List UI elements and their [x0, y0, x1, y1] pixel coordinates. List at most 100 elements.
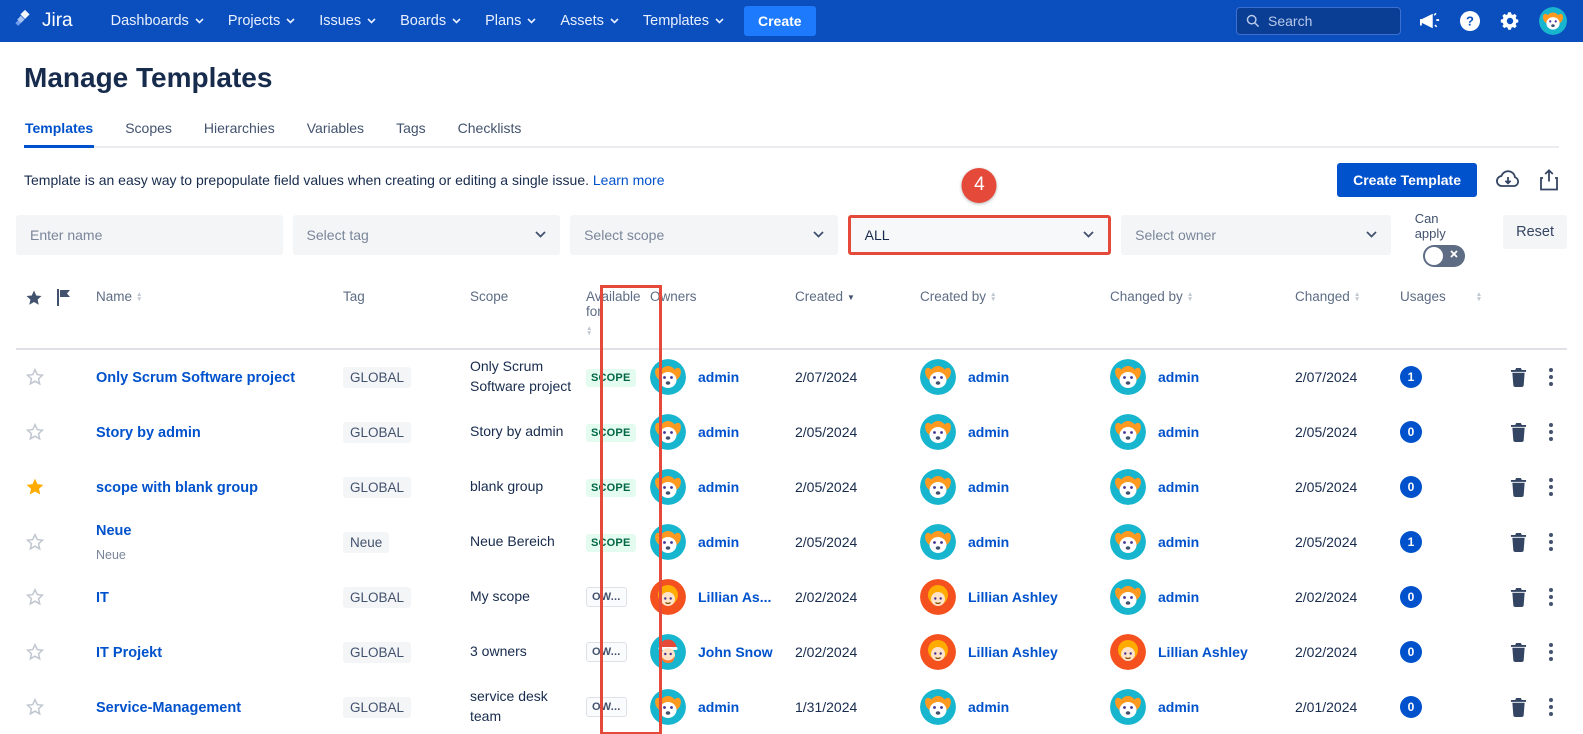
owner-avatar[interactable]: [650, 689, 686, 725]
created-by-link[interactable]: admin: [968, 369, 1009, 385]
delete-button[interactable]: [1510, 532, 1527, 552]
changed-by-link[interactable]: Lillian Ashley: [1158, 644, 1248, 660]
usages-badge[interactable]: 0: [1400, 696, 1422, 718]
favorite-star-button[interactable]: [16, 697, 56, 717]
usages-badge[interactable]: 0: [1400, 421, 1422, 443]
usages-badge[interactable]: 1: [1400, 366, 1422, 388]
header-available-for[interactable]: Available for ▲ ▼: [586, 289, 648, 337]
owner-avatar[interactable]: [650, 359, 686, 395]
nav-projects[interactable]: Projects: [218, 7, 305, 35]
search-input[interactable]: [1268, 13, 1388, 29]
available-for-filter-select[interactable]: ALL: [847, 214, 1112, 255]
more-actions-button[interactable]: [1549, 478, 1553, 496]
favorite-star-button[interactable]: [16, 587, 56, 607]
delete-button[interactable]: [1510, 587, 1527, 607]
owner-avatar[interactable]: [650, 414, 686, 450]
scope-filter-select[interactable]: Select scope: [570, 214, 838, 255]
nav-dashboards[interactable]: Dashboards: [101, 7, 214, 35]
header-usages[interactable]: Usages ▲ ▼: [1400, 289, 1482, 304]
owner-link[interactable]: admin: [698, 534, 739, 550]
sort-icon[interactable]: ▲ ▼: [990, 289, 996, 303]
owner-avatar[interactable]: [650, 579, 686, 615]
created-by-link[interactable]: admin: [968, 479, 1009, 495]
tab-scopes[interactable]: Scopes: [124, 116, 173, 148]
tag-filter-select[interactable]: Select tag: [292, 214, 561, 255]
owner-link[interactable]: Lillian As...: [698, 589, 771, 605]
created-by-avatar[interactable]: [920, 524, 956, 560]
favorite-star-button[interactable]: [16, 532, 56, 552]
export-icon[interactable]: [1539, 168, 1559, 191]
import-cloud-icon[interactable]: [1495, 169, 1521, 191]
header-changed-by[interactable]: Changed by ▲ ▼: [1110, 289, 1295, 304]
template-name-link[interactable]: Story by admin: [96, 425, 201, 441]
more-actions-button[interactable]: [1549, 423, 1553, 441]
delete-button[interactable]: [1510, 367, 1527, 387]
header-created[interactable]: Created ▼: [795, 289, 920, 304]
template-name-link[interactable]: Service-Management: [96, 700, 241, 716]
owner-avatar[interactable]: [650, 469, 686, 505]
owner-avatar[interactable]: [650, 524, 686, 560]
created-by-avatar[interactable]: [920, 414, 956, 450]
nav-assets[interactable]: Assets: [550, 7, 629, 35]
tab-templates[interactable]: Templates: [24, 116, 95, 148]
changed-by-link[interactable]: admin: [1158, 479, 1199, 495]
delete-button[interactable]: [1510, 697, 1527, 717]
changed-by-avatar[interactable]: [1110, 524, 1146, 560]
header-created-by[interactable]: Created by ▲ ▼: [920, 289, 1110, 304]
announcements-icon[interactable]: [1419, 11, 1441, 31]
header-name[interactable]: Name ▲ ▼: [96, 289, 343, 304]
created-by-avatar[interactable]: [920, 469, 956, 505]
favorite-star-button[interactable]: [16, 367, 56, 387]
tab-checklists[interactable]: Checklists: [457, 116, 523, 148]
owner-link[interactable]: John Snow: [698, 644, 773, 660]
tab-hierarchies[interactable]: Hierarchies: [203, 116, 276, 148]
create-button[interactable]: Create: [743, 6, 816, 36]
sort-icon[interactable]: ▲ ▼: [586, 323, 592, 337]
changed-by-link[interactable]: admin: [1158, 589, 1199, 605]
usages-badge[interactable]: 0: [1400, 586, 1422, 608]
sort-icon[interactable]: ▲ ▼: [136, 289, 142, 303]
created-by-link[interactable]: admin: [968, 424, 1009, 440]
template-name-link[interactable]: scope with blank group: [96, 480, 258, 496]
favorite-star-button[interactable]: [16, 642, 56, 662]
created-by-link[interactable]: admin: [968, 534, 1009, 550]
header-changed[interactable]: Changed ▲ ▼: [1295, 289, 1400, 304]
template-name-link[interactable]: Only Scrum Software project: [96, 370, 295, 386]
user-avatar[interactable]: [1539, 7, 1567, 35]
sort-desc-icon[interactable]: ▼: [847, 289, 855, 302]
help-icon[interactable]: ?: [1459, 10, 1481, 32]
favorite-star-button[interactable]: [16, 422, 56, 442]
create-template-button[interactable]: Create Template: [1337, 162, 1477, 197]
more-actions-button[interactable]: [1549, 368, 1553, 386]
usages-badge[interactable]: 1: [1400, 531, 1422, 553]
changed-by-avatar[interactable]: [1110, 689, 1146, 725]
usages-badge[interactable]: 0: [1400, 476, 1422, 498]
created-by-avatar[interactable]: [920, 689, 956, 725]
template-name-link[interactable]: IT Projekt: [96, 645, 162, 661]
sort-icon[interactable]: ▲ ▼: [1354, 289, 1360, 303]
owner-filter-select[interactable]: Select owner: [1121, 214, 1391, 255]
more-actions-button[interactable]: [1549, 643, 1553, 661]
changed-by-link[interactable]: admin: [1158, 534, 1199, 550]
reset-button[interactable]: Reset: [1503, 214, 1568, 249]
nav-issues[interactable]: Issues: [309, 7, 386, 35]
delete-button[interactable]: [1510, 642, 1527, 662]
more-actions-button[interactable]: [1549, 698, 1553, 716]
usages-badge[interactable]: 0: [1400, 641, 1422, 663]
favorite-column-header[interactable]: [16, 289, 56, 307]
changed-by-link[interactable]: admin: [1158, 369, 1199, 385]
changed-by-avatar[interactable]: [1110, 634, 1146, 670]
sort-icon[interactable]: ▲ ▼: [1476, 289, 1482, 303]
delete-button[interactable]: [1510, 422, 1527, 442]
owner-link[interactable]: admin: [698, 424, 739, 440]
jira-logo[interactable]: Jira: [14, 8, 73, 35]
nav-templates[interactable]: Templates: [633, 7, 734, 35]
changed-by-link[interactable]: admin: [1158, 424, 1199, 440]
sort-icon[interactable]: ▲ ▼: [1187, 289, 1193, 303]
owner-link[interactable]: admin: [698, 479, 739, 495]
search-box[interactable]: [1236, 7, 1401, 35]
created-by-link[interactable]: Lillian Ashley: [968, 644, 1058, 660]
flag-column-header[interactable]: [56, 288, 96, 306]
name-filter-input[interactable]: Enter name: [16, 214, 283, 255]
more-actions-button[interactable]: [1549, 533, 1553, 551]
